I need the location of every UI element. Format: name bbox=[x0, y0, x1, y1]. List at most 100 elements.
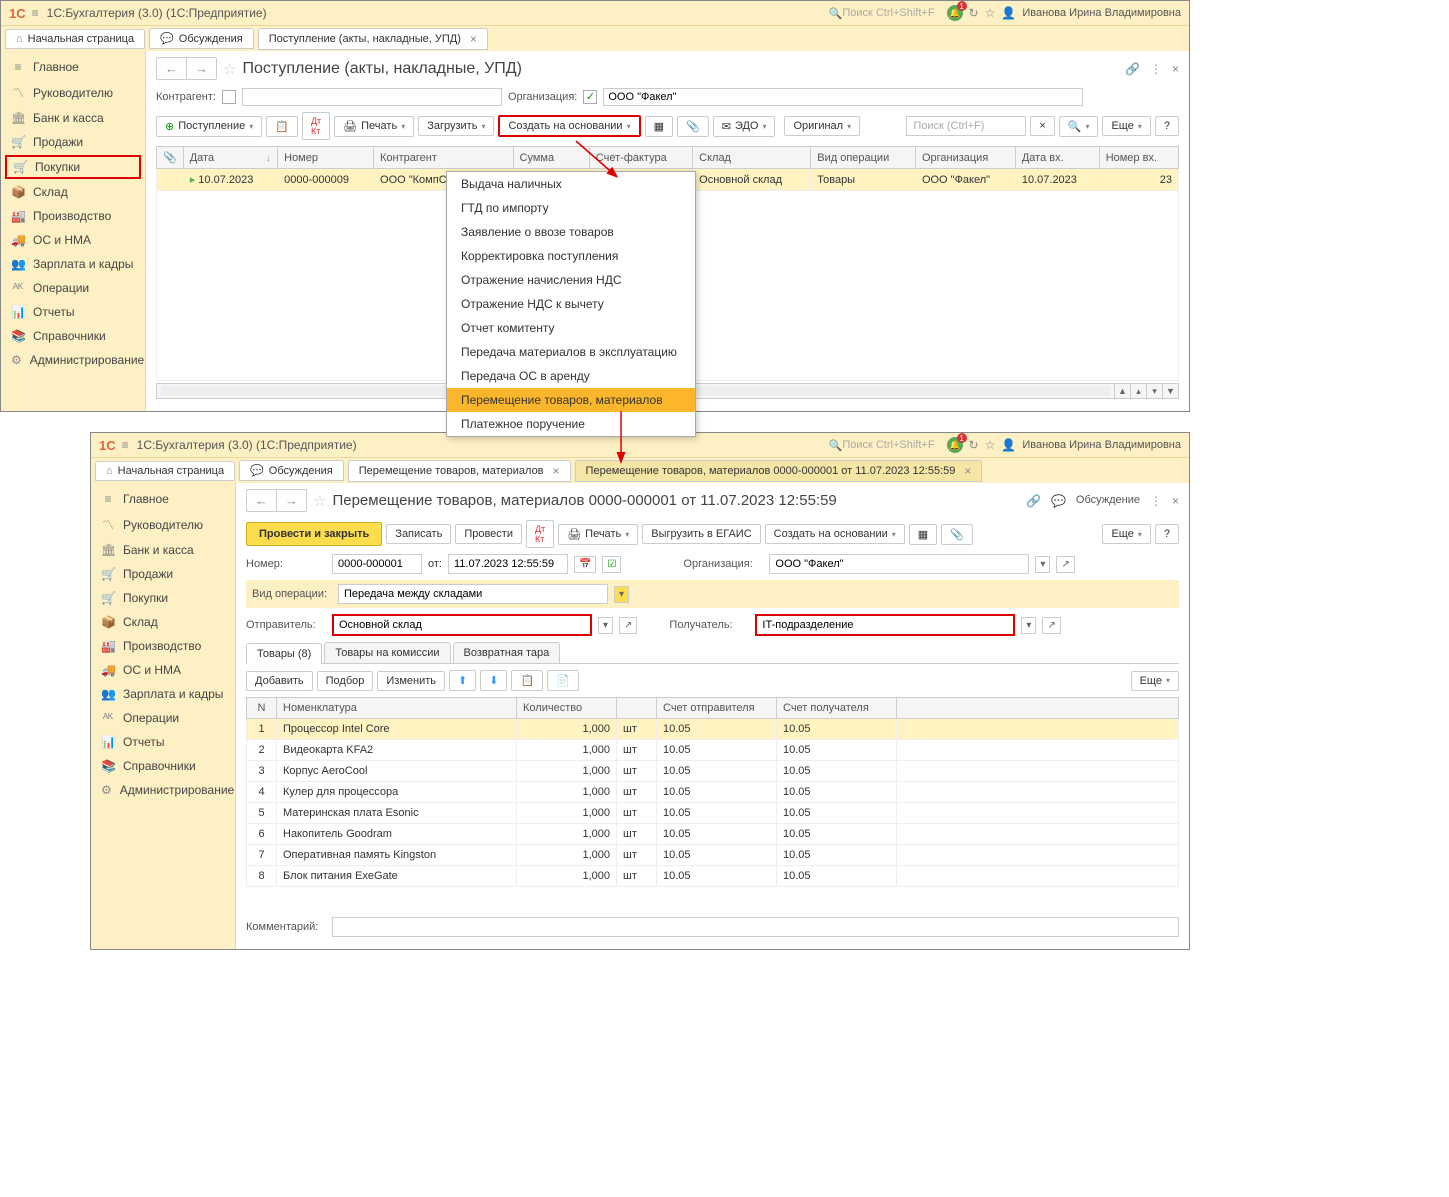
sidebar-item-operations[interactable]: ᴬᴷОперации bbox=[1, 276, 145, 300]
btn-receipt[interactable]: ⊕Поступление▾ bbox=[156, 116, 262, 137]
table-row[interactable]: 6 Накопитель Goodram 1,000 шт 10.05 10.0… bbox=[247, 824, 1179, 845]
btn-attach[interactable]: 📎 bbox=[941, 524, 973, 545]
menu-item[interactable]: Передача материалов в эксплуатацию bbox=[447, 340, 695, 364]
col-num-in[interactable]: Номер вх. bbox=[1099, 147, 1178, 169]
menu-item-highlighted[interactable]: Перемещение товаров, материалов bbox=[447, 388, 695, 412]
btn-dkt[interactable]: ДтКт bbox=[302, 112, 330, 140]
tab-home[interactable]: ⌂ Начальная страница bbox=[5, 29, 145, 49]
col-sum[interactable]: Сумма bbox=[513, 147, 589, 169]
sidebar-item-admin[interactable]: ⚙Администрирование bbox=[1, 348, 145, 372]
btn-find[interactable]: 🔍▾ bbox=[1059, 116, 1099, 137]
user-icon[interactable]: 👤 bbox=[1001, 6, 1016, 20]
checkbox-org[interactable] bbox=[583, 90, 597, 104]
kebab-icon[interactable]: ⋮ bbox=[1150, 62, 1162, 76]
col-n[interactable]: N bbox=[247, 698, 277, 719]
btn-add[interactable]: Добавить bbox=[246, 671, 313, 691]
user-icon[interactable]: 👤 bbox=[1001, 438, 1016, 452]
dropdown-icon[interactable]: ▾ bbox=[1035, 556, 1050, 573]
subtab-container[interactable]: Возвратная тара bbox=[453, 642, 561, 663]
global-search[interactable]: 🔍 Поиск Ctrl+Shift+F bbox=[829, 439, 935, 452]
btn-edo[interactable]: ✉ЭДО▾ bbox=[713, 116, 776, 137]
checkbox-contragent[interactable] bbox=[222, 90, 236, 104]
col-number[interactable]: Номер bbox=[278, 147, 374, 169]
subtab-commission[interactable]: Товары на комиссии bbox=[324, 642, 450, 663]
open-icon[interactable]: ↗ bbox=[619, 617, 637, 634]
sidebar-item-bank[interactable]: 🏛Банк и касса bbox=[91, 538, 235, 562]
btn-clear-search[interactable]: × bbox=[1030, 116, 1054, 136]
input-date[interactable] bbox=[448, 554, 568, 574]
input-comment[interactable] bbox=[332, 917, 1179, 937]
dropdown-icon[interactable]: ▾ bbox=[1021, 617, 1036, 634]
col-name[interactable]: Номенклатура bbox=[277, 698, 517, 719]
calendar-icon[interactable]: 📅 bbox=[574, 556, 596, 573]
menu-item[interactable]: Корректировка поступления bbox=[447, 244, 695, 268]
btn-original[interactable]: Оригинал▾ bbox=[784, 116, 860, 136]
sidebar-item-main[interactable]: ≡Главное bbox=[1, 55, 145, 79]
table-row[interactable]: 7 Оперативная память Kingston 1,000 шт 1… bbox=[247, 845, 1179, 866]
sidebar-item-warehouse[interactable]: 📦Склад bbox=[1, 180, 145, 204]
close-icon[interactable]: × bbox=[1172, 494, 1179, 508]
forward-button[interactable]: → bbox=[187, 58, 216, 79]
table-row[interactable]: 4 Кулер для процессора 1,000 шт 10.05 10… bbox=[247, 782, 1179, 803]
col-optype[interactable]: Вид операции bbox=[811, 147, 916, 169]
sidebar-item-bank[interactable]: 🏛Банк и касса bbox=[1, 106, 145, 130]
col-date-in[interactable]: Дата вх. bbox=[1015, 147, 1099, 169]
sidebar-item-warehouse[interactable]: 📦Склад bbox=[91, 610, 235, 634]
dropdown-icon[interactable]: ▾ bbox=[614, 586, 629, 603]
btn-pick[interactable]: Подбор bbox=[317, 671, 374, 691]
checklist-icon[interactable]: ☑ bbox=[602, 556, 621, 573]
sidebar-item-production[interactable]: 🏭Производство bbox=[1, 204, 145, 228]
history-icon[interactable]: ↻ bbox=[969, 438, 979, 452]
sidebar-item-operations[interactable]: ᴬᴷОперации bbox=[91, 706, 235, 730]
table-row[interactable]: 8 Блок питания ExeGate 1,000 шт 10.05 10… bbox=[247, 866, 1179, 887]
global-search[interactable]: 🔍 Поиск Ctrl+Shift+F bbox=[829, 7, 935, 20]
input-number[interactable] bbox=[332, 554, 422, 574]
sidebar-item-manager[interactable]: 〽Руководителю bbox=[1, 79, 145, 106]
forward-button[interactable]: → bbox=[277, 490, 306, 511]
menu-item[interactable]: Заявление о ввозе товаров bbox=[447, 220, 695, 244]
scroll-down-icon[interactable]: ▾ bbox=[1146, 384, 1162, 398]
search-input[interactable]: Поиск (Ctrl+F) bbox=[906, 116, 1026, 136]
favorite-icon[interactable]: ☆ bbox=[313, 492, 326, 510]
kebab-icon[interactable]: ⋮ bbox=[1150, 494, 1162, 508]
tab-discussions[interactable]: 💬 Обсуждения bbox=[149, 28, 254, 49]
sidebar-item-assets[interactable]: 🚚ОС и НМА bbox=[91, 658, 235, 682]
sidebar-item-assets[interactable]: 🚚ОС и НМА bbox=[1, 228, 145, 252]
discussion-label[interactable]: Обсуждение bbox=[1076, 494, 1140, 508]
sidebar-item-main[interactable]: ≡Главное bbox=[91, 487, 235, 511]
sidebar-item-manager[interactable]: 〽Руководителю bbox=[91, 511, 235, 538]
menu-item[interactable]: Отражение начисления НДС bbox=[447, 268, 695, 292]
col-invoice[interactable]: Счет-фактура bbox=[589, 147, 692, 169]
btn-spreadsheet[interactable]: ▦ bbox=[645, 116, 673, 137]
chat-icon[interactable]: 💬 bbox=[1051, 494, 1066, 508]
sidebar-item-reports[interactable]: 📊Отчеты bbox=[91, 730, 235, 754]
star-icon[interactable]: ☆ bbox=[985, 438, 996, 452]
btn-copy[interactable]: 📋 bbox=[266, 116, 298, 137]
sidebar-item-payroll[interactable]: 👥Зарплата и кадры bbox=[1, 252, 145, 276]
close-icon[interactable]: × bbox=[470, 32, 477, 46]
subtab-goods[interactable]: Товары (8) bbox=[246, 643, 322, 664]
col-unit[interactable] bbox=[617, 698, 657, 719]
sidebar-item-payroll[interactable]: 👥Зарплата и кадры bbox=[91, 682, 235, 706]
btn-more[interactable]: Еще▾ bbox=[1102, 116, 1150, 136]
table-row[interactable]: 2 Видеокарта KFA2 1,000 шт 10.05 10.05 bbox=[247, 740, 1179, 761]
close-icon[interactable]: × bbox=[553, 464, 560, 478]
btn-move-down[interactable]: ⬇ bbox=[480, 670, 507, 691]
btn-print[interactable]: 🖨Печать▾ bbox=[334, 116, 414, 137]
col-acc-sender[interactable]: Счет отправителя bbox=[657, 698, 777, 719]
menu-item[interactable]: ГТД по импорту bbox=[447, 196, 695, 220]
btn-post[interactable]: Провести bbox=[455, 524, 522, 544]
back-button[interactable]: ← bbox=[247, 490, 277, 511]
back-button[interactable]: ← bbox=[157, 58, 187, 79]
sidebar-item-production[interactable]: 🏭Производство bbox=[91, 634, 235, 658]
menu-item[interactable]: Платежное поручение bbox=[447, 412, 695, 436]
col-contragent[interactable]: Контрагент bbox=[374, 147, 514, 169]
btn-move-up[interactable]: ⬆ bbox=[449, 670, 476, 691]
dropdown-icon[interactable]: ▾ bbox=[598, 617, 613, 634]
sidebar-item-admin[interactable]: ⚙Администрирование bbox=[91, 778, 235, 802]
btn-spreadsheet[interactable]: ▦ bbox=[909, 524, 937, 545]
scroll-bottom-icon[interactable]: ▼ bbox=[1162, 384, 1178, 398]
star-icon[interactable]: ☆ bbox=[985, 6, 996, 20]
notification-bell-icon[interactable]: 🔔 bbox=[947, 5, 963, 21]
input-org[interactable] bbox=[769, 554, 1029, 574]
